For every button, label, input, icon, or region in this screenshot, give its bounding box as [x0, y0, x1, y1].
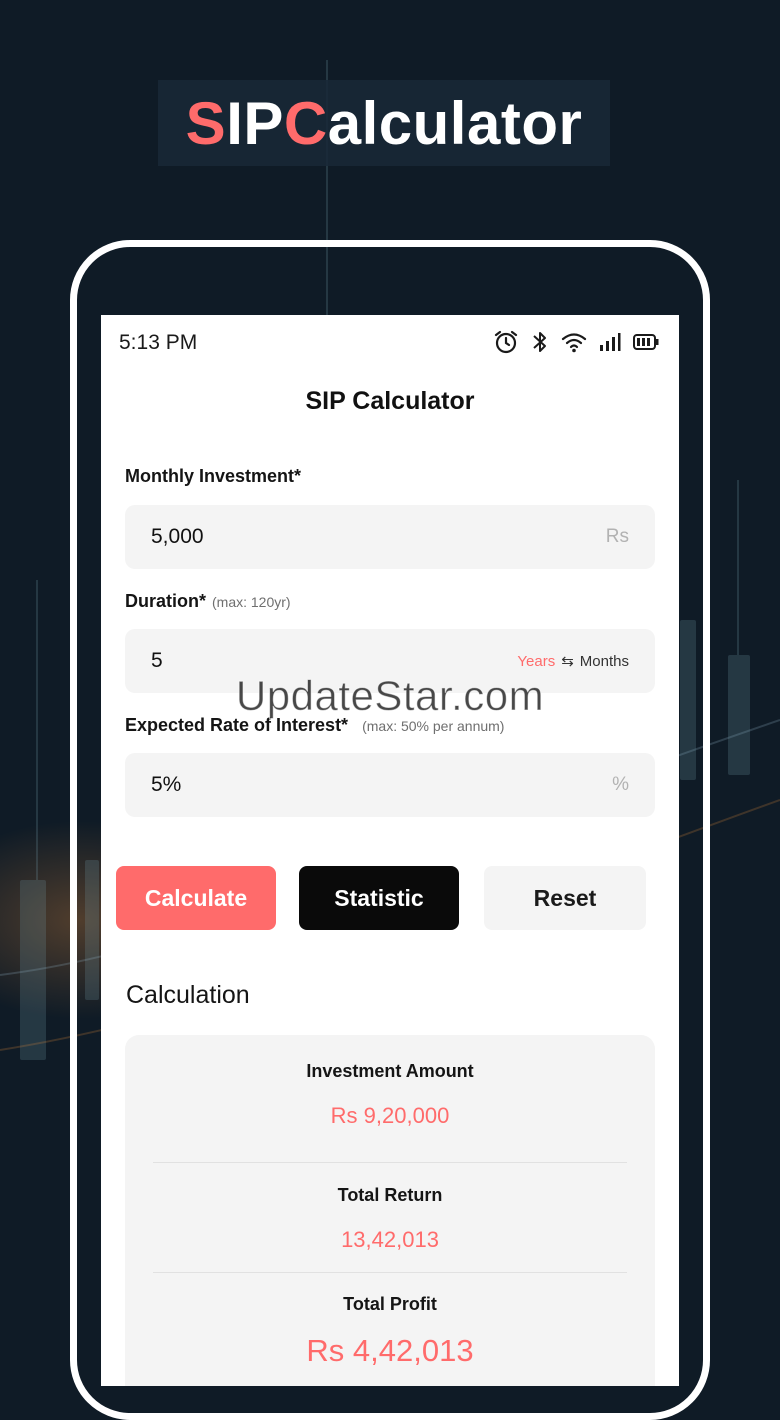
total-profit-value: Rs 4,42,013 — [306, 1333, 474, 1368]
total-profit-label: Total Profit — [343, 1294, 437, 1314]
calculation-section-title: Calculation — [126, 981, 250, 1009]
currency-suffix: Rs — [605, 526, 629, 547]
status-time: 5:13 PM — [119, 331, 198, 354]
unit-years-option[interactable]: Years — [517, 653, 555, 670]
total-return-value: 13,42,013 — [341, 1227, 439, 1252]
watermark-text: UpdateStar.com — [235, 672, 545, 720]
wifi-icon — [561, 333, 587, 353]
promo-title-accent-c: C — [283, 89, 328, 157]
unit-months-option[interactable]: Months — [580, 653, 629, 670]
promo-title-part-1: IP — [226, 89, 284, 157]
promo-title-part-2: alculator — [327, 89, 583, 157]
results-divider — [153, 1272, 627, 1273]
status-bar: 5:13 PM — [101, 315, 679, 371]
interest-rate-hint: (max: 50% per annum) — [362, 718, 505, 734]
calculate-button[interactable]: Calculate — [116, 866, 276, 930]
total-return-label: Total Return — [337, 1185, 443, 1205]
interest-rate-input[interactable]: 5% % — [125, 753, 655, 817]
monthly-investment-value: 5,000 — [151, 525, 204, 548]
interest-rate-value: 5% — [151, 773, 182, 796]
monthly-investment-input[interactable]: 5,000 Rs — [125, 505, 655, 569]
duration-label: Duration* (max: 120yr) — [125, 591, 291, 612]
investment-amount-value: Rs 9,20,000 — [330, 1103, 450, 1128]
alarm-icon — [494, 330, 518, 354]
promo-title: S IP Calculator — [158, 80, 610, 166]
results-divider — [153, 1162, 627, 1163]
reset-button[interactable]: Reset — [484, 866, 646, 930]
investment-amount-label: Investment Amount — [306, 1061, 474, 1081]
duration-unit-toggle[interactable]: Years ⇆ Months — [517, 652, 629, 671]
calculation-results-card: Investment Amount Rs 9,20,000 Total Retu… — [125, 1035, 655, 1386]
signal-icon — [600, 333, 621, 351]
app-screen: 5:13 PM SIP Calculator Monthly Investmen… — [101, 315, 679, 1386]
swap-arrows-icon[interactable]: ⇆ — [561, 652, 574, 670]
battery-icon — [633, 334, 659, 350]
duration-hint: (max: 120yr) — [212, 594, 291, 610]
monthly-investment-label-text: Monthly Investment* — [125, 466, 302, 486]
duration-value: 5 — [151, 649, 163, 672]
page-title: SIP Calculator — [305, 387, 475, 415]
percent-suffix: % — [612, 774, 629, 795]
duration-label-text: Duration* — [125, 591, 206, 611]
statistic-button[interactable]: Statistic — [299, 866, 459, 930]
monthly-investment-label: Monthly Investment* — [125, 466, 301, 487]
status-icons — [493, 329, 659, 355]
promo-title-accent-s: S — [185, 89, 227, 157]
bluetooth-icon — [533, 332, 546, 352]
